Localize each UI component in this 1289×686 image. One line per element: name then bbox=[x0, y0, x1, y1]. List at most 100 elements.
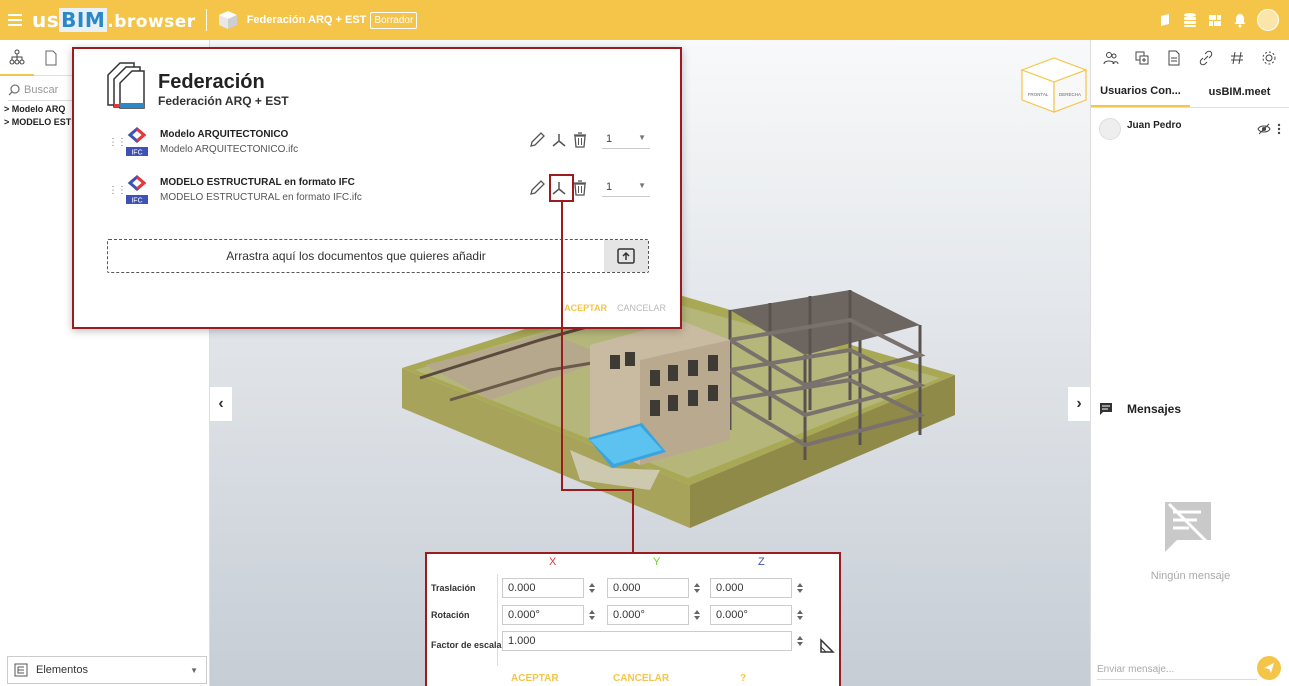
messages-title: Mensajes bbox=[1127, 402, 1182, 416]
translation-y-input[interactable]: 0.000 bbox=[607, 578, 689, 598]
rotation-z-input[interactable]: 0.000° bbox=[710, 605, 792, 625]
search-placeholder: Buscar bbox=[24, 84, 59, 96]
translation-z-input[interactable]: 0.000 bbox=[710, 578, 792, 598]
collapse-left-button[interactable]: ‹ bbox=[210, 387, 232, 421]
collapse-right-button[interactable]: › bbox=[1068, 387, 1090, 421]
federation-dialog: Federación Federación ARQ + EST ⋮⋮ IFC M… bbox=[72, 47, 682, 329]
settings-icon[interactable] bbox=[1261, 50, 1277, 66]
accept-button[interactable]: ACEPTAR bbox=[564, 303, 607, 313]
tab-model-tree[interactable] bbox=[0, 40, 34, 76]
spinner-icon[interactable] bbox=[796, 582, 804, 594]
app-logo: us BIM .browser bbox=[32, 8, 196, 32]
elementos-dropdown[interactable]: Elementos ▼ bbox=[7, 656, 207, 684]
dialog-title: Federación bbox=[158, 71, 265, 93]
translation-x-input[interactable]: 0.000 bbox=[502, 578, 584, 598]
hashtag-icon[interactable] bbox=[1229, 50, 1245, 66]
more-vertical-icon[interactable] bbox=[1277, 123, 1281, 135]
model-count-select[interactable]: 1 ▼ bbox=[602, 133, 650, 149]
dialog-buttons: ACEPTAR CANCELAR bbox=[564, 303, 666, 313]
cancel-button[interactable]: CANCELAR bbox=[617, 303, 666, 313]
rotation-x-input[interactable]: 0.000° bbox=[502, 605, 584, 625]
spinner-icon[interactable] bbox=[796, 635, 804, 647]
axis-z-label: Z bbox=[758, 556, 765, 568]
project-name: Federación ARQ + EST bbox=[246, 14, 367, 26]
user-avatar[interactable] bbox=[1257, 9, 1279, 31]
empty-messages-icon bbox=[1165, 502, 1211, 552]
model-actions bbox=[528, 131, 588, 149]
notes-icon[interactable] bbox=[1166, 50, 1182, 66]
spinner-icon[interactable] bbox=[796, 609, 804, 621]
draft-badge: Borrador bbox=[370, 11, 418, 29]
send-icon bbox=[1264, 663, 1274, 673]
connector-line bbox=[561, 202, 563, 491]
federation-cube-icon bbox=[218, 11, 237, 29]
right-panel-tabs: Usuarios Con... usBIM.meet bbox=[1091, 76, 1289, 108]
share-icon[interactable] bbox=[1134, 50, 1150, 66]
elementos-label: Elementos bbox=[36, 664, 88, 676]
transform-accept-button[interactable]: ACEPTAR bbox=[511, 673, 559, 684]
ifc-file-icon: IFC bbox=[126, 127, 148, 157]
translation-label: Traslación bbox=[431, 583, 476, 593]
menu-icon[interactable] bbox=[8, 14, 22, 26]
pencil-icon[interactable] bbox=[528, 179, 546, 197]
model-name: MODELO ESTRUCTURAL en formato IFC bbox=[160, 177, 355, 188]
spinner-icon[interactable] bbox=[693, 582, 701, 594]
model-row-arquitectonico: ⋮⋮ IFC Modelo ARQUITECTONICO Modelo ARQU… bbox=[108, 127, 650, 161]
eye-off-icon[interactable] bbox=[1257, 123, 1271, 135]
message-input[interactable]: Enviar mensaje... bbox=[1097, 664, 1257, 680]
pencil-icon[interactable] bbox=[528, 131, 546, 149]
document-dropzone[interactable]: Arrastra aquí los documentos que quieres… bbox=[107, 239, 649, 273]
model-count-select[interactable]: 1 ▼ bbox=[602, 181, 650, 197]
document-icon bbox=[45, 50, 57, 65]
trash-icon[interactable] bbox=[572, 131, 588, 149]
scale-ruler-icon[interactable] bbox=[819, 638, 835, 654]
transform-help-button[interactable]: ? bbox=[740, 673, 746, 684]
ifc-label: IFC bbox=[131, 198, 142, 205]
tab-documents[interactable] bbox=[34, 40, 68, 76]
axis-y-label: Y bbox=[653, 556, 661, 568]
top-right-actions bbox=[1157, 9, 1279, 31]
upload-button[interactable] bbox=[604, 240, 648, 272]
layers-icon[interactable] bbox=[1157, 12, 1173, 28]
tab-meet[interactable]: usBIM.meet bbox=[1190, 76, 1289, 107]
connected-user-row: Juan Pedro bbox=[1091, 108, 1289, 150]
model-count: 1 bbox=[606, 181, 613, 193]
user-actions bbox=[1257, 123, 1281, 135]
dropzone-text: Arrastra aquí los documentos que quieres… bbox=[226, 249, 486, 263]
spinner-icon[interactable] bbox=[588, 609, 596, 621]
bell-icon[interactable] bbox=[1232, 12, 1248, 28]
cube-face-front: FRONTAL bbox=[1028, 92, 1049, 97]
send-button[interactable] bbox=[1257, 656, 1281, 680]
dialog-subtitle: Federación ARQ + EST bbox=[158, 94, 289, 108]
trash-icon[interactable] bbox=[572, 179, 588, 197]
federation-docs-icon bbox=[107, 62, 145, 109]
transform-cancel-button[interactable]: CANCELAR bbox=[613, 673, 669, 684]
search-icon bbox=[8, 84, 20, 96]
elements-tree-icon bbox=[14, 663, 28, 677]
link-icon[interactable] bbox=[1198, 50, 1214, 66]
message-icon bbox=[1100, 403, 1112, 415]
rotation-label: Rotación bbox=[431, 610, 470, 620]
cube-face-right: DERECHA bbox=[1059, 92, 1081, 97]
scale-label: Factor de escala bbox=[431, 640, 502, 650]
view-cube[interactable]: FRONTAL DERECHA bbox=[1018, 56, 1090, 114]
spinner-icon[interactable] bbox=[693, 609, 701, 621]
users-icon[interactable] bbox=[1103, 50, 1119, 66]
chevron-down-icon: ▼ bbox=[190, 665, 198, 675]
ifc-label: IFC bbox=[131, 150, 142, 157]
spinner-icon[interactable] bbox=[588, 582, 596, 594]
rotation-y-input[interactable]: 0.000° bbox=[607, 605, 689, 625]
database-icon[interactable] bbox=[1182, 12, 1198, 28]
no-messages-text: Ningún mensaje bbox=[1150, 570, 1231, 582]
highlight-box bbox=[549, 174, 574, 202]
dashboard-icon[interactable] bbox=[1207, 12, 1223, 28]
scale-input[interactable]: 1.000 bbox=[502, 631, 792, 651]
header-separator bbox=[205, 9, 207, 31]
connector-line bbox=[632, 489, 634, 553]
user-name: Juan Pedro bbox=[1127, 119, 1182, 131]
usbim-browser-app: us BIM .browser Federación ARQ + EST Borra… bbox=[0, 0, 1289, 686]
tab-users[interactable]: Usuarios Con... bbox=[1091, 76, 1190, 107]
top-bar: us BIM .browser Federación ARQ + EST Borra… bbox=[0, 0, 1289, 40]
right-panel-toolbar bbox=[1091, 40, 1289, 76]
axes-icon[interactable] bbox=[550, 131, 568, 149]
